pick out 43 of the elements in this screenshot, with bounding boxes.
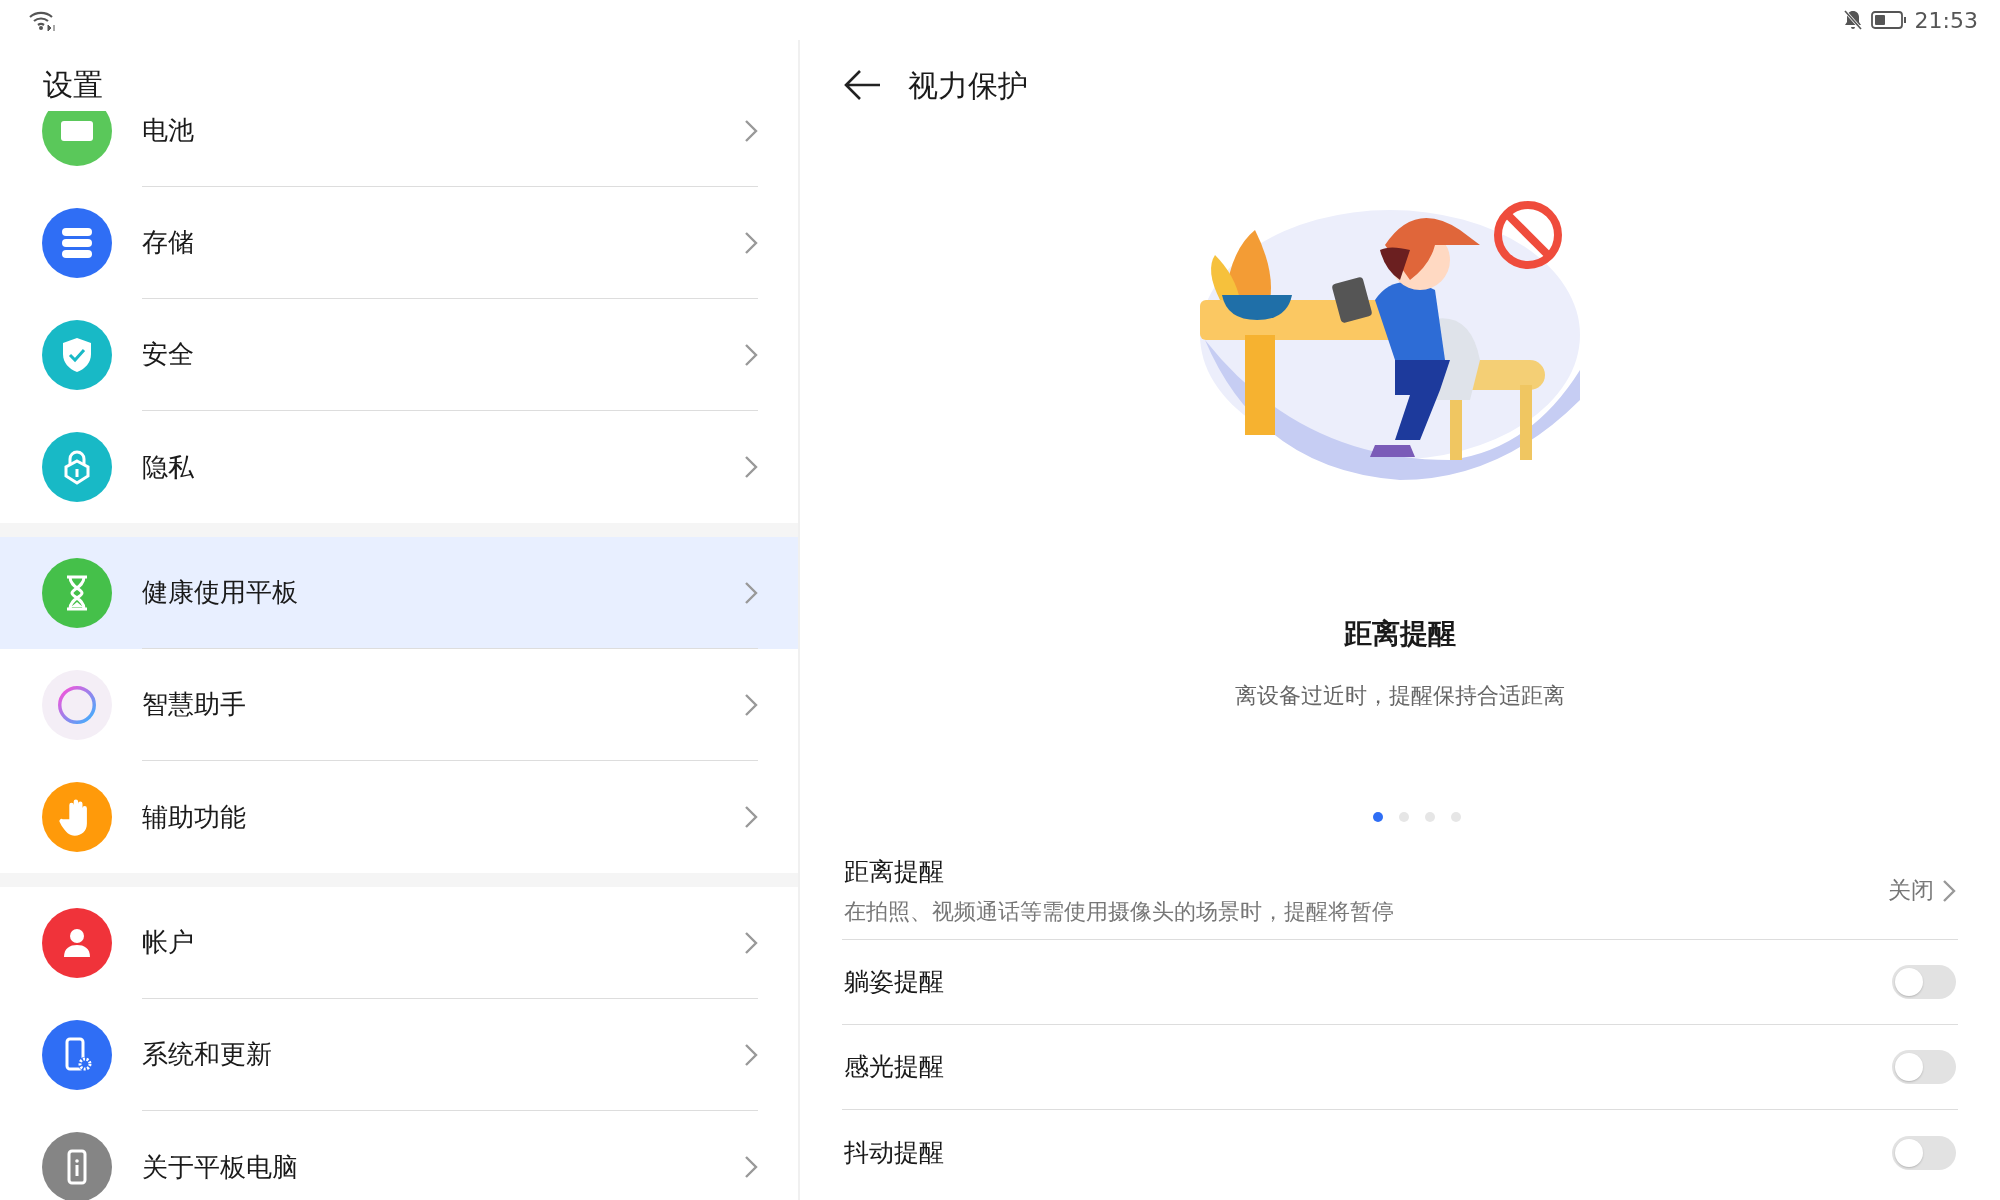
feature-description: 离设备过近时，提醒保持合适距离 bbox=[1234, 682, 1566, 710]
setting-title: 抖动提醒 bbox=[844, 1136, 944, 1169]
chevron-icon bbox=[744, 342, 758, 367]
page-indicator-dot[interactable] bbox=[1425, 812, 1435, 822]
page-indicator-dot[interactable] bbox=[1399, 812, 1409, 822]
sidebar-item[interactable]: 帐户 bbox=[0, 887, 798, 999]
sidebar-item[interactable]: 安全 bbox=[0, 299, 798, 411]
toggle-switch[interactable] bbox=[1892, 965, 1956, 999]
chevron-icon bbox=[744, 930, 758, 955]
setting-title: 距离提醒 bbox=[844, 856, 945, 889]
page-indicator-dot[interactable] bbox=[1451, 812, 1461, 822]
setting-title: 躺姿提醒 bbox=[844, 966, 944, 999]
chevron-icon bbox=[744, 580, 758, 605]
sidebar-item[interactable]: 关于平板电脑 bbox=[0, 1111, 798, 1200]
battery-icon bbox=[1870, 10, 1907, 30]
page-title: 视力保护 bbox=[908, 66, 1028, 105]
chevron-icon bbox=[744, 118, 758, 143]
chevron-icon bbox=[744, 692, 758, 717]
muted-bell-icon bbox=[1842, 9, 1863, 31]
setting-value[interactable]: 关闭 bbox=[1888, 873, 1934, 908]
toggle-switch[interactable] bbox=[1892, 1050, 1956, 1084]
sidebar-item[interactable]: 电池 bbox=[0, 111, 798, 187]
toggle-switch[interactable] bbox=[1892, 1135, 1956, 1170]
back-icon[interactable] bbox=[842, 68, 882, 102]
chevron-icon bbox=[744, 1042, 758, 1067]
chevron-icon bbox=[744, 230, 758, 255]
chevron-icon bbox=[744, 805, 758, 829]
wifi-icon bbox=[28, 9, 56, 31]
sidebar-item[interactable]: 系统和更新 bbox=[0, 999, 798, 1111]
page-indicator-dot[interactable] bbox=[1373, 812, 1383, 822]
sidebar-item[interactable]: 智慧助手 bbox=[0, 649, 798, 761]
sidebar-item[interactable]: 健康使用平板 bbox=[0, 537, 798, 649]
sidebar-item[interactable]: 隐私 bbox=[0, 411, 798, 523]
chevron-icon bbox=[744, 455, 758, 479]
setting-description: 在拍照、视频通话等需使用摄像头的场景时，提醒将暂停 bbox=[844, 897, 1394, 926]
chevron-icon bbox=[1942, 878, 1956, 903]
chevron-icon bbox=[744, 1155, 758, 1179]
clock-time: 21:53 bbox=[1914, 6, 1978, 35]
sidebar-title: 设置 bbox=[43, 67, 103, 102]
setting-title: 感光提醒 bbox=[844, 1051, 944, 1084]
sidebar-item[interactable]: 存储 bbox=[0, 187, 798, 299]
feature-title: 距离提醒 bbox=[1343, 616, 1457, 652]
sidebar-item[interactable]: 辅助功能 bbox=[0, 761, 798, 873]
